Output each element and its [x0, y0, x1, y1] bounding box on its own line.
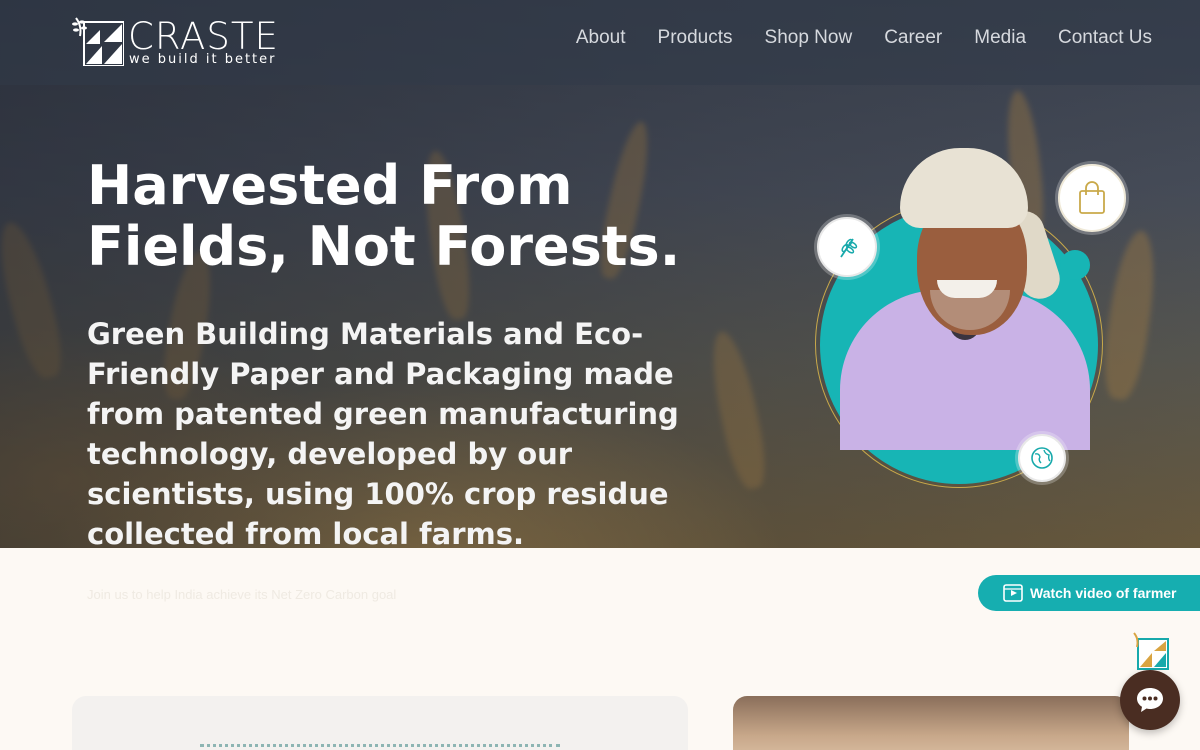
shopping-bag-icon: [1058, 164, 1126, 232]
craste-logo-icon: [72, 17, 124, 66]
watch-video-label: Watch video of farmer: [1030, 585, 1177, 601]
chat-bubble-icon: [1137, 688, 1163, 712]
hero-subtitle: Green Building Materials and Eco-Friendl…: [87, 317, 679, 551]
chat-button[interactable]: [1120, 670, 1180, 730]
decor-dot: [1060, 250, 1090, 280]
hero-title: Harvested From Fields, Not Forests.: [87, 154, 681, 278]
watch-video-button[interactable]: Watch video of farmer: [978, 575, 1200, 611]
nav-career[interactable]: Career: [884, 26, 942, 50]
nav-about[interactable]: About: [576, 26, 626, 50]
site-header: CRASTE we build it better About Products…: [0, 0, 1200, 85]
nav-contact-us[interactable]: Contact Us: [1058, 26, 1152, 50]
image-card: [733, 696, 1129, 750]
main-nav: About Products Shop Now Career Media Con…: [544, 26, 1152, 50]
globe-icon: [1018, 434, 1066, 482]
brand-name: CRASTE: [128, 15, 279, 58]
nav-products[interactable]: Products: [658, 26, 733, 50]
farmer-turban: [900, 148, 1028, 228]
video-icon: [1002, 582, 1024, 604]
cta-tagline: Join us to help India achieve its Net Ze…: [87, 587, 397, 602]
nav-shop-now[interactable]: Shop Now: [765, 26, 853, 50]
wheat-icon: [817, 217, 877, 277]
nav-media[interactable]: Media: [974, 26, 1026, 50]
farmer-portrait: [812, 140, 1132, 500]
site-logo[interactable]: CRASTE we build it better: [72, 16, 292, 70]
craste-mini-logo-icon: [1133, 632, 1169, 670]
info-card: [72, 696, 688, 750]
brand-tagline: we build it better: [129, 52, 277, 67]
